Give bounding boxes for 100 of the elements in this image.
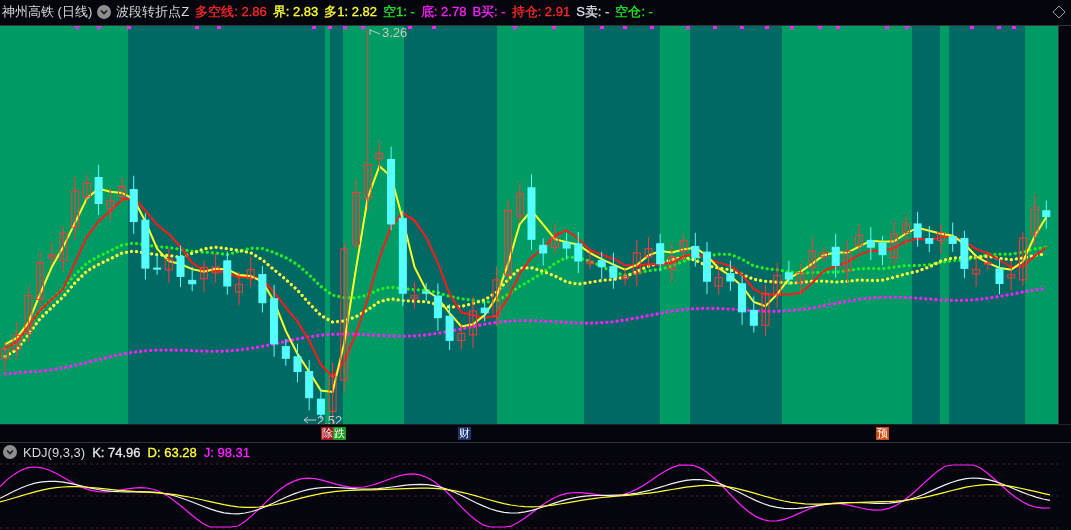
candlestick xyxy=(469,296,477,349)
candlestick xyxy=(574,231,583,274)
indicator-name: 波段转折点Z xyxy=(116,3,190,22)
candlestick xyxy=(12,321,21,359)
candlestick xyxy=(808,236,817,280)
candlestick xyxy=(71,176,80,241)
candlestick xyxy=(422,282,431,302)
candlestick xyxy=(153,253,162,275)
candlestick xyxy=(445,303,454,351)
candlestick xyxy=(913,211,922,247)
candlestick xyxy=(141,212,150,280)
candlestick xyxy=(246,256,255,288)
price-label: 3.26 xyxy=(382,25,408,40)
candlestick xyxy=(609,252,618,289)
pointer-arrow xyxy=(303,416,317,424)
candlestick xyxy=(36,250,45,313)
stock-title: 神州高铁 (日线) xyxy=(2,3,93,22)
candlestick xyxy=(621,268,630,286)
event-marker: 预 xyxy=(876,426,889,440)
candlestick xyxy=(562,232,571,260)
candlestick xyxy=(831,233,840,278)
candlestick xyxy=(656,232,665,272)
candlestick xyxy=(667,242,676,283)
candlestick xyxy=(761,284,770,337)
candlestick xyxy=(679,233,688,261)
candlestick xyxy=(457,323,466,350)
indicator-value: K: 74.96 xyxy=(92,444,141,460)
candlestick xyxy=(972,255,981,288)
candlestick xyxy=(515,182,524,224)
candlestick xyxy=(773,262,782,308)
candlestick xyxy=(597,251,606,280)
candlestick xyxy=(820,245,828,263)
candlestick xyxy=(644,236,653,268)
candlestick xyxy=(948,221,957,253)
candlestick xyxy=(855,223,864,253)
dropdown-icon[interactable] xyxy=(97,5,112,20)
candlestick xyxy=(843,239,852,283)
candlestick xyxy=(960,230,969,279)
candlestick xyxy=(714,265,723,295)
candlestick xyxy=(199,259,208,293)
candlestick xyxy=(796,262,805,295)
candlestick xyxy=(632,239,641,287)
candlestick xyxy=(305,359,314,411)
candlestick xyxy=(106,187,115,221)
candlestick xyxy=(749,295,758,333)
diamond-icon[interactable] xyxy=(1052,5,1066,20)
candlestick xyxy=(281,338,290,366)
indicator-value: 空仓: - xyxy=(615,3,653,22)
candlestick xyxy=(59,225,68,272)
indicator-value: 空1: - xyxy=(383,3,415,22)
candlestick xyxy=(1018,231,1027,287)
indicator-name: KDJ(9,3,3) xyxy=(23,444,86,460)
candlestick xyxy=(539,237,548,266)
candlestick xyxy=(47,241,56,266)
pointer-arrow xyxy=(369,28,381,36)
candlestick xyxy=(890,219,899,266)
candlestick xyxy=(866,226,875,261)
candlestick xyxy=(703,241,711,295)
candlestick xyxy=(258,265,267,313)
candlestick xyxy=(410,281,419,309)
indicator-value: S卖: - xyxy=(576,3,610,22)
indicator-value: 持仓: 2.91 xyxy=(511,3,571,22)
candlestick xyxy=(82,173,91,204)
event-marker: 财 xyxy=(458,426,471,440)
candlestick xyxy=(784,260,793,286)
candlestick xyxy=(188,266,197,292)
indicator-value: 界: 2.83 xyxy=(272,3,319,22)
candlestick xyxy=(352,178,360,250)
candlestick xyxy=(878,235,887,266)
candlestick xyxy=(375,141,384,171)
candlestick xyxy=(176,244,185,288)
candlestick xyxy=(211,252,220,283)
candlestick xyxy=(738,275,747,325)
candlestick xyxy=(983,250,992,271)
candlestick xyxy=(1,341,9,372)
indicator-value: D: 63.28 xyxy=(147,444,197,460)
candlestick xyxy=(586,248,594,270)
candlestick xyxy=(24,284,33,343)
candlestick xyxy=(480,300,489,322)
indicator-value: 多1: 2.82 xyxy=(324,3,378,22)
candlestick xyxy=(937,223,945,254)
event-marker: 跌 xyxy=(333,426,346,440)
indicator-value: J: 98.31 xyxy=(203,444,250,460)
candlestick xyxy=(901,213,910,246)
candlestick xyxy=(1007,260,1016,291)
candlestick xyxy=(691,232,700,267)
candlestick xyxy=(1030,193,1039,247)
candlestick xyxy=(925,225,934,253)
candlestick xyxy=(129,175,138,234)
indicator-value: 多空线: 2.86 xyxy=(195,3,267,22)
candlestick xyxy=(235,271,243,306)
candlestick xyxy=(293,343,302,383)
candlestick xyxy=(118,176,126,202)
indicator-value: 底: 2.78 xyxy=(420,3,467,22)
candlestick xyxy=(550,222,559,254)
candlestick xyxy=(726,259,735,292)
candlestick xyxy=(1042,199,1051,229)
dropdown-icon[interactable] xyxy=(3,445,17,460)
candlestick xyxy=(94,164,103,216)
candlestick xyxy=(164,247,173,283)
